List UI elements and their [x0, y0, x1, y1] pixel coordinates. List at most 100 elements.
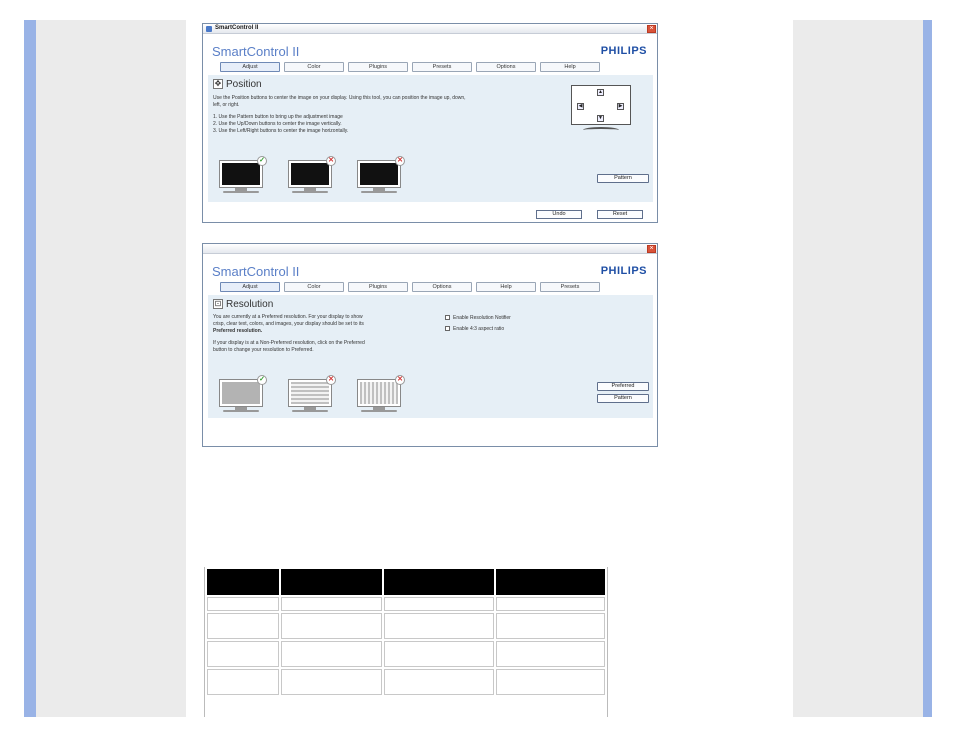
- table-cell: [383, 613, 495, 639]
- table-cell: [281, 597, 382, 611]
- monitor-preferred: ✓: [219, 375, 267, 413]
- cross-icon: ✕: [326, 156, 336, 166]
- smartcontrol-resolution-window: × SmartControl II PHILIPS Adjust Color P…: [202, 243, 658, 447]
- section-title: Position: [226, 79, 262, 90]
- table-row: [207, 613, 605, 639]
- close-icon[interactable]: ×: [647, 25, 656, 33]
- table-header-cell: [207, 569, 280, 595]
- monitor-vertical-stripes: ✕: [357, 375, 405, 413]
- step-3: 3. Use the Left/Right buttons to center …: [213, 128, 349, 134]
- table-cell: [281, 641, 382, 667]
- table-header-cell: [496, 569, 605, 595]
- close-icon[interactable]: ×: [647, 245, 656, 253]
- title-bar: ×: [203, 244, 657, 254]
- app-icon: [206, 26, 212, 32]
- position-diagram: ▲ ◀ ▶ ▼: [569, 83, 633, 143]
- position-panel: ✥ Position Use the Position buttons to ce…: [208, 75, 653, 202]
- table-cell: [496, 597, 605, 611]
- para1-line3: Preferred resolution.: [213, 328, 263, 334]
- intro-line-1: Use the Position buttons to center the i…: [213, 95, 466, 101]
- brand-title: SmartControl II: [212, 44, 300, 59]
- right-gray-margin: [793, 20, 923, 717]
- preferred-button[interactable]: Preferred: [597, 382, 649, 391]
- table-row: [207, 597, 605, 611]
- right-arrow-icon[interactable]: ▶: [617, 103, 624, 110]
- aspect-ratio-checkbox[interactable]: Enable 4:3 aspect ratio: [445, 326, 504, 332]
- pattern-button[interactable]: Pattern: [597, 394, 649, 403]
- left-blue-band: [24, 20, 36, 717]
- tab-adjust[interactable]: Adjust: [220, 282, 280, 292]
- window-title: SmartControl II: [215, 25, 259, 31]
- cross-icon: ✕: [326, 375, 336, 385]
- monitor-stand: [583, 127, 619, 133]
- tab-plugins[interactable]: Plugins: [348, 282, 408, 292]
- section-heading: ⊡ Resolution: [213, 299, 273, 310]
- table-cell: [383, 597, 495, 611]
- tab-options[interactable]: Options: [476, 62, 536, 72]
- checkbox-icon[interactable]: [445, 315, 450, 321]
- left-arrow-icon[interactable]: ◀: [577, 103, 584, 110]
- table-cell: [383, 669, 495, 695]
- table-cell: [207, 597, 280, 611]
- title-bar: SmartControl II ×: [203, 24, 657, 34]
- cross-icon: ✕: [395, 375, 405, 385]
- table-header-row: [207, 569, 605, 595]
- left-gray-margin: [36, 20, 186, 717]
- pattern-button[interactable]: Pattern: [597, 174, 649, 183]
- monitor-correct: ✓: [219, 156, 267, 194]
- tab-plugins[interactable]: Plugins: [348, 62, 408, 72]
- intro-line-2: left, or right.: [213, 102, 240, 108]
- resolution-panel: ⊡ Resolution You are currently at a Prefe…: [208, 295, 653, 418]
- down-arrow-icon[interactable]: ▼: [597, 115, 604, 122]
- smartcontrol-position-window: SmartControl II × SmartControl II PHILIP…: [202, 23, 658, 223]
- table-cell: [383, 641, 495, 667]
- table-header-cell: [383, 569, 495, 595]
- step-2: 2. Use the Up/Down buttons to center the…: [213, 121, 342, 127]
- checkbox-label: Enable Resolution Notifier: [453, 315, 511, 321]
- monitor-wrong-1: ✕: [288, 156, 336, 194]
- para1-line1: You are currently at a Preferred resolut…: [213, 314, 363, 320]
- cross-icon: ✕: [395, 156, 405, 166]
- para1-line2: crisp, clear text, colors, and images, y…: [213, 321, 364, 327]
- tab-adjust[interactable]: Adjust: [220, 62, 280, 72]
- move-icon: ✥: [213, 79, 223, 90]
- table-cell: [207, 669, 280, 695]
- table-header-cell: [281, 569, 382, 595]
- resolution-notifier-checkbox[interactable]: Enable Resolution Notifier: [445, 315, 511, 321]
- tab-presets[interactable]: Presets: [540, 282, 600, 292]
- section-heading: ✥ Position: [213, 79, 262, 90]
- section-title: Resolution: [226, 299, 274, 310]
- table-row: [207, 641, 605, 667]
- empty-table-container: [204, 567, 608, 717]
- checkbox-label: Enable 4:3 aspect ratio: [453, 326, 505, 332]
- data-table: [205, 567, 607, 697]
- undo-button[interactable]: Undo: [536, 210, 582, 219]
- step-1: 1. Use the Pattern button to bring up th…: [213, 114, 343, 120]
- tab-options[interactable]: Options: [412, 282, 472, 292]
- para2-line2: button to change your resolution to Pref…: [213, 347, 314, 353]
- philips-logo: PHILIPS: [600, 265, 647, 277]
- tab-presets[interactable]: Presets: [412, 62, 472, 72]
- table-cell: [496, 641, 605, 667]
- monitor-horizontal-stripes: ✕: [288, 375, 336, 413]
- up-arrow-icon[interactable]: ▲: [597, 89, 604, 96]
- tab-color[interactable]: Color: [284, 282, 344, 292]
- tab-help[interactable]: Help: [476, 282, 536, 292]
- check-icon: ✓: [257, 375, 267, 385]
- para2-line1: If your display is at a Non-Preferred re…: [213, 340, 365, 346]
- resolution-icon: ⊡: [213, 299, 223, 310]
- checkbox-icon[interactable]: [445, 326, 450, 332]
- table-row: [207, 669, 605, 695]
- table-cell: [281, 669, 382, 695]
- philips-logo: PHILIPS: [600, 45, 647, 57]
- tab-color[interactable]: Color: [284, 62, 344, 72]
- table-cell: [207, 613, 280, 639]
- table-cell: [496, 669, 605, 695]
- reset-button[interactable]: Reset: [597, 210, 643, 219]
- tab-help[interactable]: Help: [540, 62, 600, 72]
- monitor-wrong-2: ✕: [357, 156, 405, 194]
- brand-title: SmartControl II: [212, 264, 300, 279]
- table-cell: [496, 613, 605, 639]
- table-cell: [207, 641, 280, 667]
- table-cell: [281, 613, 382, 639]
